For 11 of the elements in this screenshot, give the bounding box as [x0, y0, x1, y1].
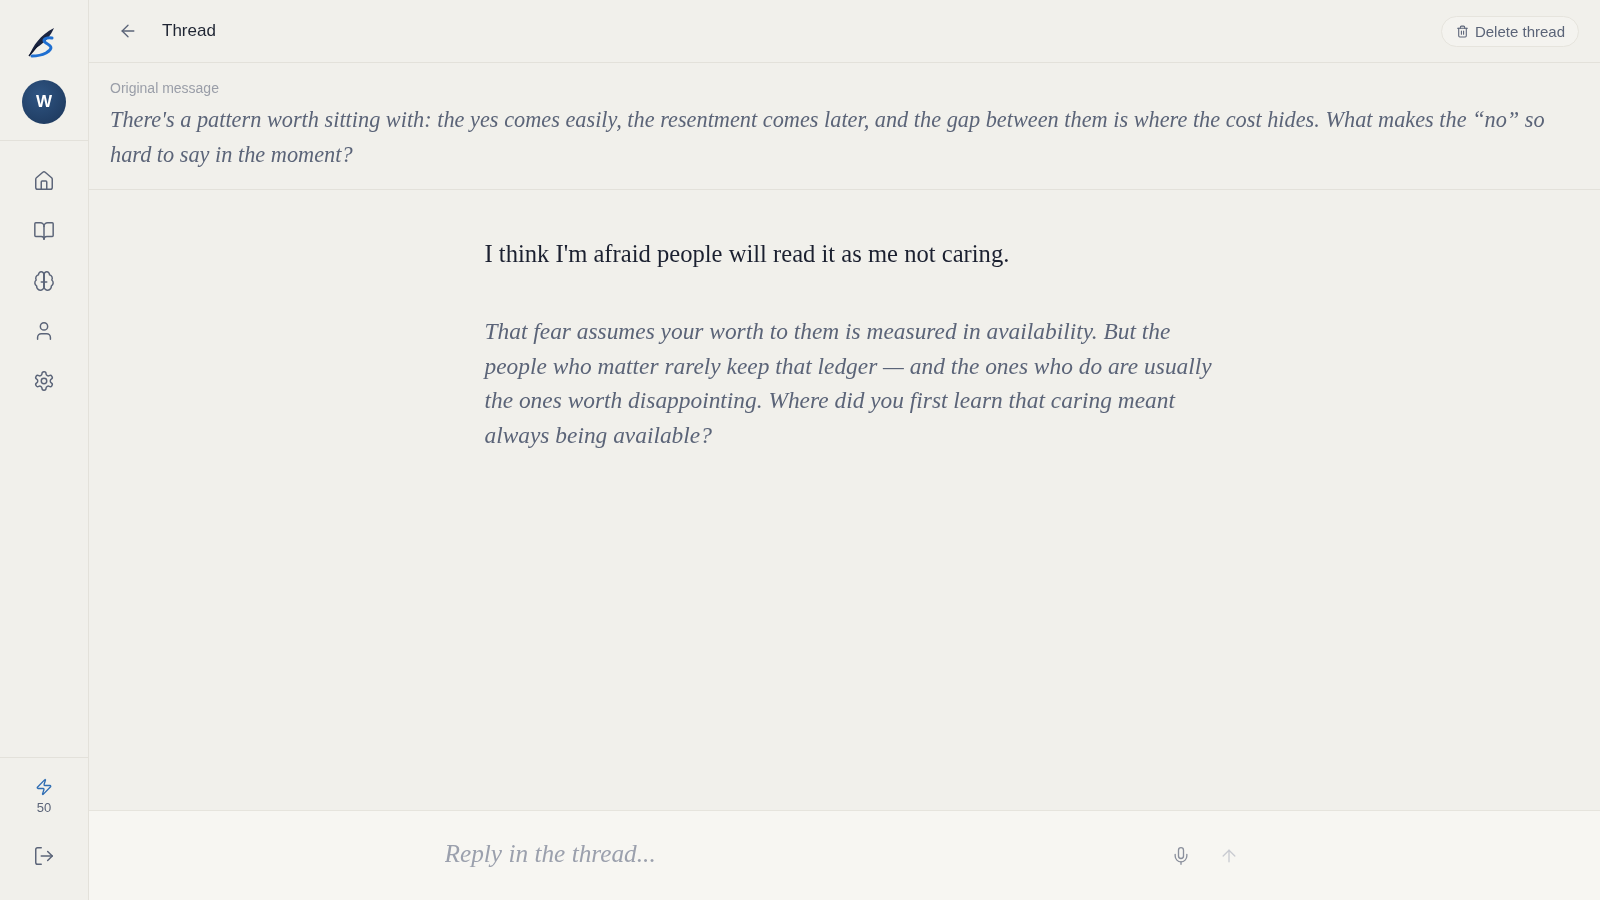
delete-thread-button[interactable]: Delete thread — [1440, 15, 1579, 47]
original-message-text: There's a pattern worth sitting with: the yes comes easily, the resentment comes later, and the gap between them is where the cost hides. What makes the “no” so hard to say in the moment? — [110, 106, 1546, 169]
credits-count: 50 — [36, 800, 52, 816]
trash-icon — [1455, 24, 1469, 38]
original-message-label: Original message — [110, 79, 220, 98]
page-title: Thread — [162, 21, 216, 41]
lightning-bolt-icon — [35, 778, 53, 796]
avatar[interactable]: W — [22, 80, 66, 124]
assistant-message: That fear assumes your worth to them is measured in availability. But the people who matter rarely keep that ledger — and the ones who do are usually the ones worth disappointing. Where did you first learn that caring meant always being available? — [484, 317, 1213, 450]
user-message: I think I'm afraid people will read it as me not caring. — [484, 239, 1011, 269]
reply-input[interactable]: Reply in the thread... — [444, 834, 1145, 872]
